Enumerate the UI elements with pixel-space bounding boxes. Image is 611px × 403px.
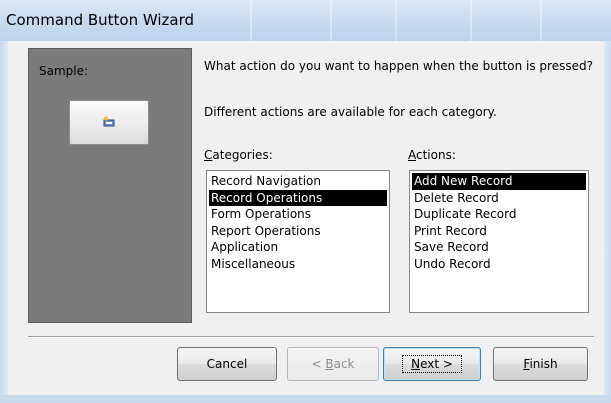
- window-frame-right: [604, 41, 611, 403]
- action-item[interactable]: Duplicate Record: [412, 206, 586, 223]
- title-bar[interactable]: Command Button Wizard: [0, 0, 611, 41]
- title-bar-highlight: [330, 0, 332, 41]
- finish-button-label: Finish: [523, 357, 557, 371]
- title-bar-highlight: [395, 0, 397, 41]
- title-bar-highlight: [470, 0, 472, 41]
- sample-label: Sample:: [39, 64, 89, 78]
- actions-label: Actions:: [408, 148, 456, 162]
- action-item[interactable]: Delete Record: [412, 190, 586, 207]
- category-item[interactable]: Report Operations: [209, 223, 387, 240]
- new-record-icon: [103, 116, 115, 128]
- action-item[interactable]: Save Record: [412, 239, 586, 256]
- sample-preview-panel: Sample:: [28, 48, 192, 323]
- cancel-button[interactable]: Cancel: [177, 347, 277, 381]
- next-accel: N: [411, 357, 421, 371]
- title-bar-highlight: [250, 0, 252, 41]
- actions-accel: A: [408, 148, 416, 162]
- window-frame-left: [0, 41, 8, 403]
- action-item-selected[interactable]: Add New Record: [412, 173, 586, 190]
- window-title: Command Button Wizard: [6, 11, 195, 29]
- next-button[interactable]: Next >: [383, 347, 481, 381]
- back-rest: ack: [333, 357, 355, 371]
- action-question: What action do you want to happen when t…: [204, 59, 593, 73]
- back-button-label: < Back: [311, 357, 354, 371]
- window-frame-bottom: [0, 395, 611, 403]
- category-item[interactable]: Miscellaneous: [209, 256, 387, 273]
- finish-rest: inish: [529, 357, 558, 371]
- actions-listbox[interactable]: Add New Record Delete Record Duplicate R…: [409, 170, 589, 313]
- finish-button[interactable]: Finish: [493, 347, 588, 381]
- category-item-selected[interactable]: Record Operations: [209, 189, 387, 206]
- button-separator: [28, 336, 594, 338]
- categories-label-rest: ategories:: [212, 148, 273, 162]
- category-item[interactable]: Application: [209, 239, 387, 256]
- title-bar-highlight: [540, 0, 542, 41]
- next-button-label: Next >: [402, 355, 462, 373]
- actions-label-rest: ctions:: [416, 148, 456, 162]
- category-item[interactable]: Form Operations: [209, 206, 387, 223]
- back-prefix: <: [311, 357, 326, 371]
- cancel-button-label: Cancel: [206, 357, 248, 371]
- back-accel: B: [325, 357, 334, 371]
- category-item[interactable]: Record Navigation: [209, 173, 387, 190]
- next-rest: ext >: [420, 357, 453, 371]
- categories-label: Categories:: [204, 148, 273, 162]
- back-button[interactable]: < Back: [287, 347, 379, 381]
- category-hint: Different actions are available for each…: [204, 105, 497, 119]
- sample-command-button: [69, 100, 149, 145]
- categories-listbox[interactable]: Record Navigation Record Operations Form…: [206, 170, 390, 313]
- action-item[interactable]: Undo Record: [412, 256, 586, 273]
- action-item[interactable]: Print Record: [412, 223, 586, 240]
